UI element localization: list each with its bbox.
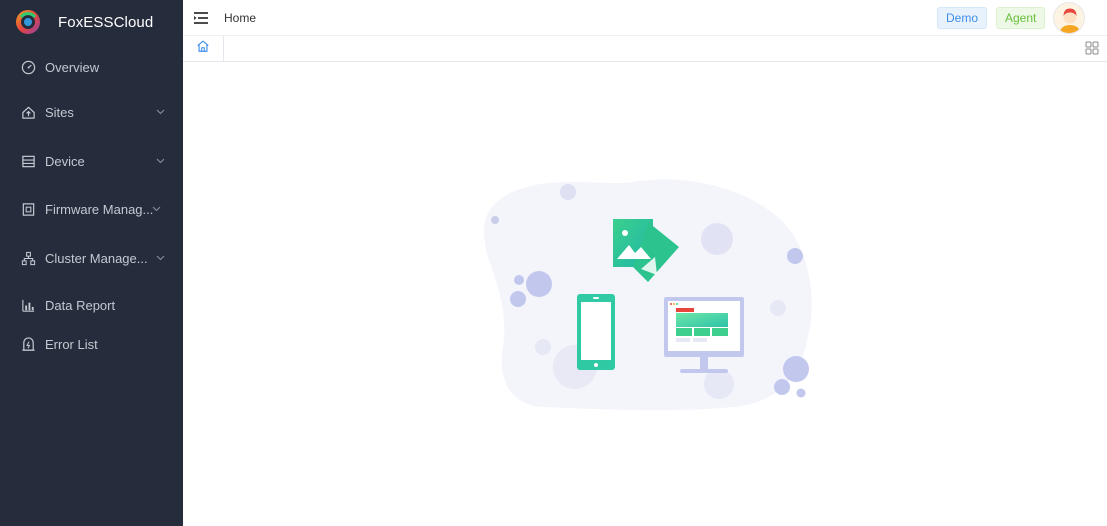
bar-chart-icon — [20, 297, 36, 313]
firmware-icon — [20, 201, 36, 217]
empty-devices-illustration — [483, 179, 812, 411]
dashboard-icon — [20, 59, 36, 75]
grid-icon[interactable] — [1085, 41, 1099, 55]
sidebar-item-label: Error List — [45, 336, 98, 352]
sidebar-item-error-list[interactable]: Error List — [0, 326, 183, 362]
sidebar-item-label: Overview — [45, 59, 100, 75]
sidebar-item-data-report[interactable]: Data Report — [0, 287, 183, 323]
tabs-bar — [183, 36, 1107, 62]
sidebar-item-cluster[interactable]: Cluster Manage... — [0, 240, 183, 276]
app-root: FoxESSCloud Overview Sites Device Firmwa… — [0, 0, 1107, 526]
brand[interactable]: FoxESSCloud — [0, 0, 183, 44]
sidebar-item-label: Firmware Manag... — [45, 201, 154, 217]
breadcrumb[interactable]: Home — [224, 11, 256, 25]
device-list-icon — [20, 153, 36, 169]
agent-tag[interactable]: Agent — [996, 7, 1046, 29]
tab-home[interactable] — [183, 36, 224, 61]
main-content — [183, 62, 1107, 526]
demo-tag[interactable]: Demo — [937, 7, 988, 29]
sidebar-item-overview[interactable]: Overview — [0, 49, 183, 85]
sidebar-item-firmware[interactable]: Firmware Manag... — [0, 191, 183, 227]
brand-name: FoxESSCloud — [58, 13, 154, 31]
error-list-icon — [20, 336, 36, 352]
chevron-down-icon — [155, 107, 165, 117]
sidebar-item-label: Cluster Manage... — [45, 250, 148, 266]
chevron-down-icon — [155, 156, 165, 166]
chevron-down-icon — [151, 204, 161, 214]
sidebar-item-label: Sites — [45, 104, 74, 120]
sidebar-item-device[interactable]: Device — [0, 143, 183, 179]
sidebar-item-label: Device — [45, 153, 85, 169]
user-avatar[interactable] — [1053, 2, 1085, 34]
foxess-logo-icon — [16, 10, 40, 34]
sidebar-item-sites[interactable]: Sites — [0, 94, 183, 130]
home-upload-icon — [20, 104, 36, 120]
cluster-icon — [20, 250, 36, 266]
sidebar-item-label: Data Report — [45, 297, 116, 313]
sidebar: FoxESSCloud Overview Sites Device Firmwa… — [0, 0, 183, 526]
chevron-down-icon — [155, 253, 165, 263]
hamburger-icon[interactable] — [192, 9, 210, 27]
top-header: Home Demo Agent — [183, 0, 1107, 36]
home-icon — [196, 39, 210, 58]
